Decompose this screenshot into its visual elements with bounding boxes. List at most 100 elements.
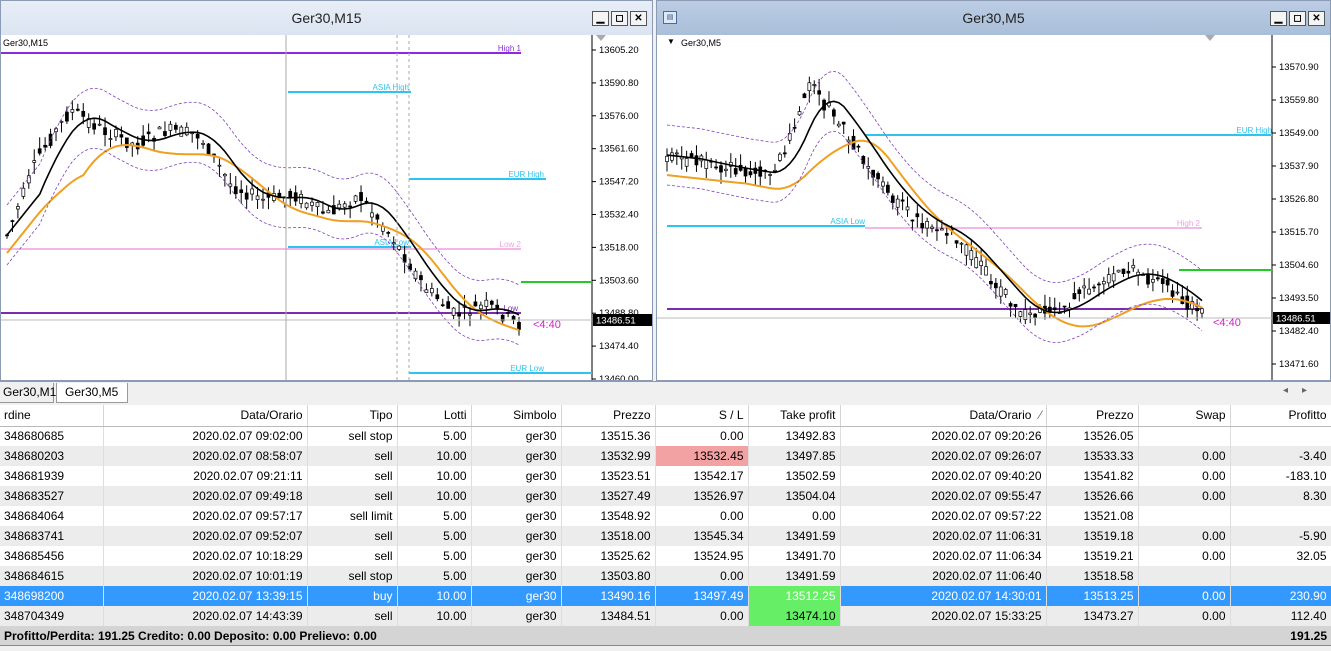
candle-body xyxy=(890,195,895,203)
chart-canvas[interactable]: 13570.90 13559.80 13549.00 13537.90 13526.80… xyxy=(657,35,1331,381)
cell-order-id: 348681939 xyxy=(0,466,104,486)
candle-body xyxy=(495,304,500,309)
table-row[interactable]: 348681939 2020.02.07 09:21:11 sell 10.00 ger… xyxy=(0,466,1331,486)
tab-ger30-m15[interactable]: Ger30,M15 xyxy=(0,383,63,403)
cell-close-time: 2020.02.07 09:20:26 xyxy=(840,426,1047,446)
cell-close-price: 13519.18 xyxy=(1046,526,1139,546)
minimize-button[interactable]: ▁ xyxy=(1270,11,1287,26)
price-tick-label: 13474.40 xyxy=(599,341,639,352)
candle-body xyxy=(304,202,309,209)
col-header-swap[interactable]: Swap xyxy=(1138,405,1231,427)
candle-body xyxy=(37,148,42,154)
window-titlebar[interactable]: Ger30,M15 ▁ ◻ ✕ xyxy=(1,1,652,35)
cell-symbol: ger30 xyxy=(471,426,562,446)
candle-body xyxy=(1077,289,1082,294)
cell-order-id: 348680203 xyxy=(0,446,104,466)
restore-button[interactable]: ◻ xyxy=(611,11,628,26)
candle-body xyxy=(391,242,396,245)
candle-body xyxy=(719,165,723,173)
table-row[interactable]: 348680685 2020.02.07 09:02:00 sell stop 5.0… xyxy=(0,426,1331,446)
col-header-open-price[interactable]: Prezzo xyxy=(561,405,656,427)
cell-symbol: ger30 xyxy=(471,526,562,546)
minimize-button[interactable]: ▁ xyxy=(592,11,609,26)
cell-lots: 10.00 xyxy=(397,466,472,486)
col-header-open-time[interactable]: Data/Orario xyxy=(103,405,308,427)
candle-body xyxy=(337,203,342,209)
cell-lots: 10.00 xyxy=(397,446,472,466)
cell-type: sell xyxy=(307,446,398,466)
cell-close-time: 2020.02.07 11:06:40 xyxy=(840,566,1047,586)
window-titlebar[interactable]: ▤ Ger30,M5 ▁ ◻ ✕ xyxy=(657,1,1330,35)
table-row[interactable]: 348684615 2020.02.07 10:01:19 sell stop 5.0… xyxy=(0,566,1331,586)
col-header-type[interactable]: Tipo xyxy=(307,405,398,427)
col-header-close-price[interactable]: Prezzo xyxy=(1046,405,1139,427)
summary-totals: Profitto/Perdita: 191.25 Credito: 0.00 D… xyxy=(0,626,1230,646)
col-header-profit[interactable]: Profitto xyxy=(1230,405,1331,427)
col-header-close-time[interactable]: Data/Orario ⁄ xyxy=(840,405,1047,427)
cell-swap: 0.00 xyxy=(1138,546,1231,566)
price-chart[interactable]: 13605.20 13590.80 13576.00 13561.60 13547.20… xyxy=(1,35,652,380)
tab-scroll-arrows-icon[interactable]: ◂▸ xyxy=(1283,385,1321,396)
cell-close-time: 2020.02.07 15:33:25 xyxy=(840,606,1047,626)
candle-body xyxy=(802,93,807,99)
cell-symbol: ger30 xyxy=(471,606,562,626)
col-header-take-profit[interactable]: Take profit xyxy=(748,405,841,427)
candle-body xyxy=(424,289,429,293)
summary-profit: 191.25 xyxy=(1230,626,1331,646)
col-header-lots[interactable]: Lotti xyxy=(397,405,472,427)
cell-lots: 5.00 xyxy=(397,546,472,566)
cell-take-profit: 13504.04 xyxy=(748,486,841,506)
close-button[interactable]: ✕ xyxy=(630,11,647,26)
table-row[interactable]: 348680203 2020.02.07 08:58:07 sell 10.00 ger… xyxy=(0,446,1331,466)
candle-body xyxy=(348,205,352,208)
close-button[interactable]: ✕ xyxy=(1308,11,1325,26)
table-row[interactable]: 348683741 2020.02.07 09:52:07 sell 5.00 ger3… xyxy=(0,526,1331,546)
price-tick-label: 13576.00 xyxy=(599,111,639,122)
cell-close-time: 2020.02.07 09:55:47 xyxy=(840,486,1047,506)
price-tick-label: 13504.60 xyxy=(1279,260,1319,271)
cell-open-price: 13490.16 xyxy=(561,586,656,606)
candle-body xyxy=(979,260,983,266)
table-row[interactable]: 348698200 2020.02.07 13:39:15 buy 10.00 ger3… xyxy=(0,586,1331,606)
cell-swap: 0.00 xyxy=(1138,446,1231,466)
table-row[interactable]: 348683527 2020.02.07 09:49:18 sell 10.00 ger… xyxy=(0,486,1331,506)
candle-body xyxy=(1101,281,1106,285)
chart-window-ger30-m5[interactable]: ▤ Ger30,M5 ▁ ◻ ✕ 13570.90 13559.80 13549.0… xyxy=(656,0,1331,381)
candle-body xyxy=(944,233,949,236)
col-header-stop-loss[interactable]: S / L xyxy=(655,405,749,427)
candle-body xyxy=(881,181,885,187)
table-row[interactable]: 348684064 2020.02.07 09:57:17 sell limit 5.… xyxy=(0,506,1331,526)
cell-take-profit: 13512.25 xyxy=(748,586,841,606)
candle-body xyxy=(375,214,380,220)
restore-button[interactable]: ◻ xyxy=(1289,11,1306,26)
cell-close-time: 2020.02.07 14:30:01 xyxy=(840,586,1047,606)
candle-body xyxy=(10,220,15,222)
table-row[interactable]: 348704349 2020.02.07 14:43:39 sell 10.00 ger… xyxy=(0,606,1331,626)
cell-take-profit: 13492.83 xyxy=(748,426,841,446)
level-high-1-label: High 1 xyxy=(498,44,522,53)
chart-window-ger30-m15[interactable]: Ger30,M15 ▁ ◻ ✕ 13605.20 13590.80 13576.00… xyxy=(0,0,653,381)
chart-canvas[interactable]: 13605.20 13590.80 13576.00 13561.60 13547.20… xyxy=(1,35,653,381)
price-tick-label: 13503.60 xyxy=(599,275,639,286)
candle-body xyxy=(1003,289,1008,295)
cell-type: sell xyxy=(307,486,398,506)
table-row[interactable]: 348685456 2020.02.07 10:18:29 sell 5.00 ger3… xyxy=(0,546,1331,566)
candle-body xyxy=(386,232,391,234)
candle-body xyxy=(807,82,812,91)
candle-body xyxy=(704,159,709,169)
col-header-order[interactable]: rdine xyxy=(0,405,104,427)
candle-body xyxy=(43,144,47,148)
tab-ger30-m5[interactable]: Ger30,M5 xyxy=(56,383,128,403)
candle-body xyxy=(419,275,423,281)
candle-body xyxy=(157,126,162,130)
chart-shift-marker-icon xyxy=(596,35,606,41)
price-chart[interactable]: 13570.90 13559.80 13549.00 13537.90 13526.80… xyxy=(657,35,1330,380)
candle-body xyxy=(517,322,521,330)
candle-body xyxy=(714,166,718,169)
candle-body xyxy=(430,288,434,294)
chevron-down-icon[interactable]: ▼ xyxy=(667,37,675,46)
col-header-symbol[interactable]: Simbolo xyxy=(471,405,562,427)
cell-type: sell stop xyxy=(307,426,398,446)
candle-body xyxy=(778,153,782,161)
cell-take-profit: 13502.59 xyxy=(748,466,841,486)
